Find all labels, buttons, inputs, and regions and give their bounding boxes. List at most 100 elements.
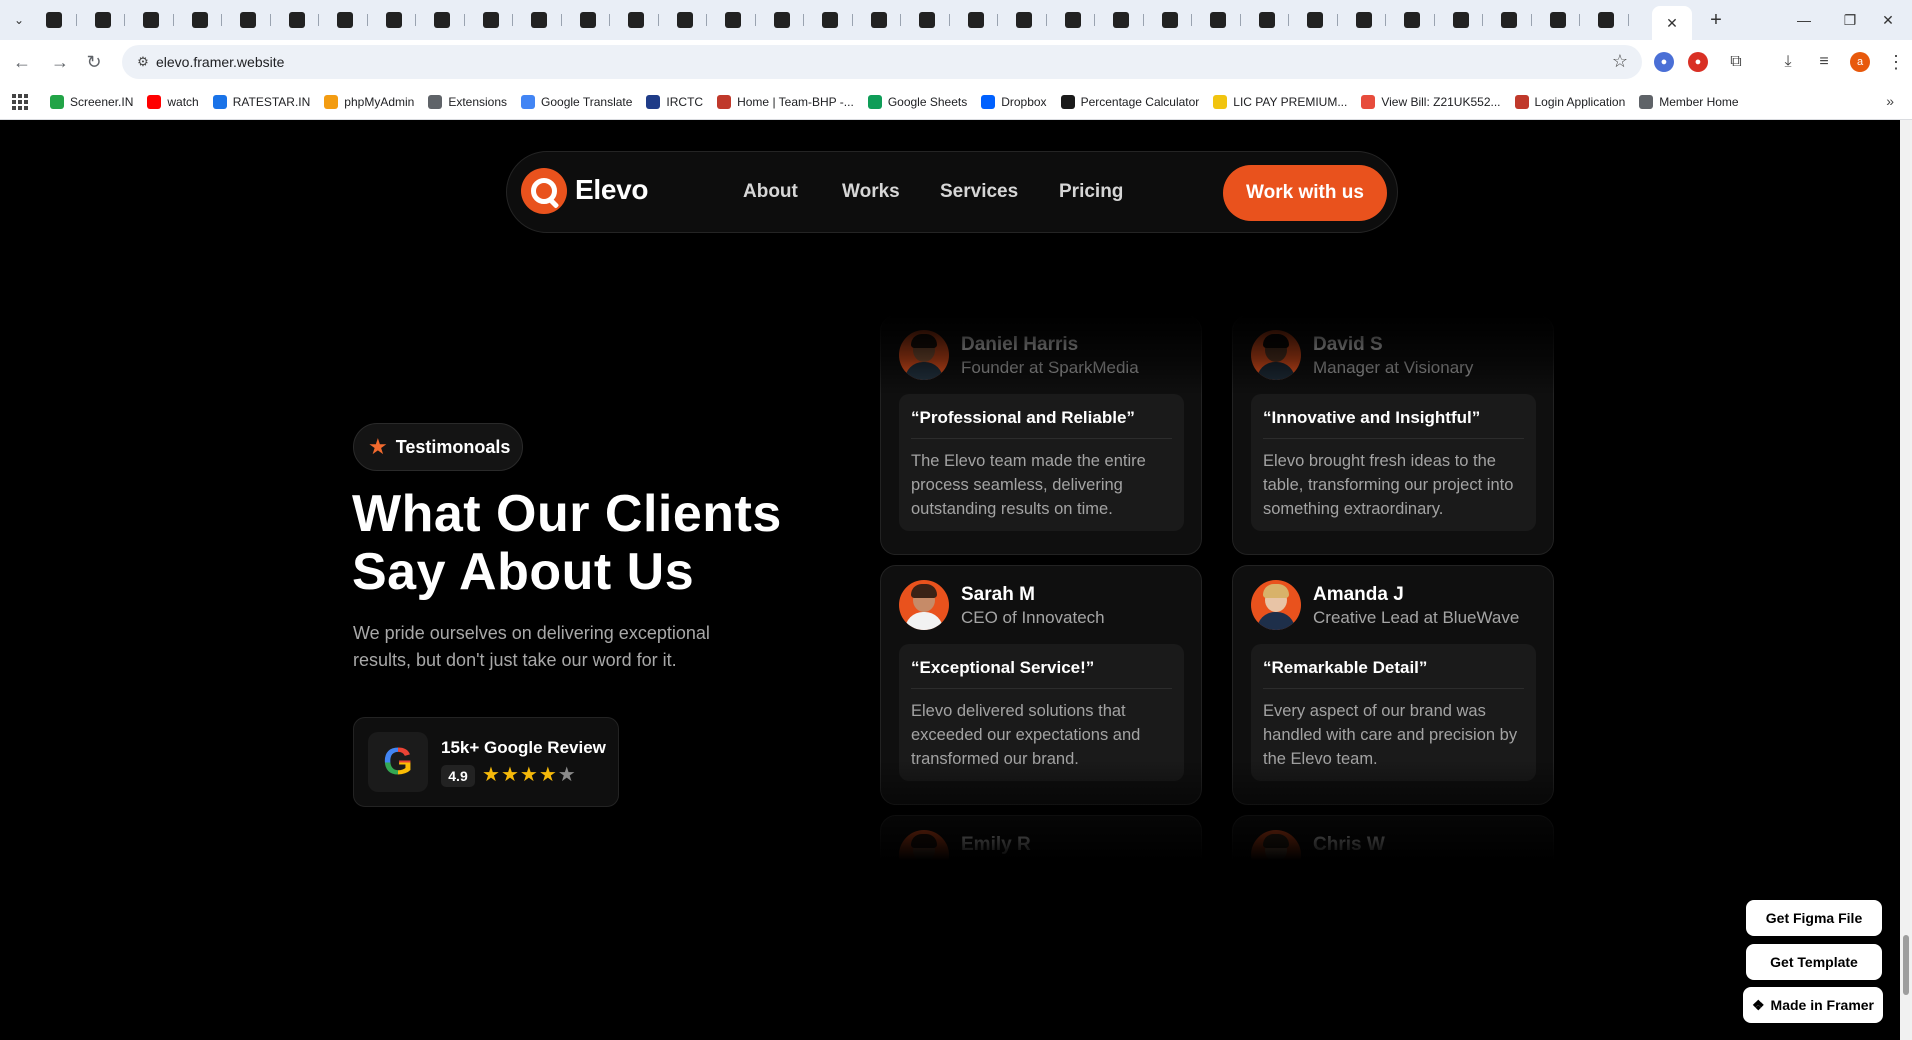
browser-tab[interactable]: [232, 8, 281, 32]
tab-favicon-icon: [143, 12, 159, 28]
download-icon[interactable]: ⤓: [1778, 52, 1798, 72]
bookmarks-more-icon[interactable]: »: [1886, 93, 1894, 109]
browser-tab[interactable]: [620, 8, 669, 32]
browser-tab[interactable]: [523, 8, 572, 32]
browser-tab[interactable]: [1590, 8, 1639, 32]
bookmarks-bar: Screener.IN watch RATESTAR.IN phpMyAdmin Ext…: [0, 84, 1912, 120]
close-window-icon[interactable]: ✕: [1868, 8, 1908, 32]
tab-separator: [706, 14, 707, 26]
bookmark-item[interactable]: View Bill: Z21UK552...: [1361, 94, 1501, 109]
testimonial-card: Chris WFounder of Horizon Edge“Fantastic…: [1232, 815, 1554, 860]
tab-separator: [657, 14, 659, 26]
bookmark-label: Google Translate: [541, 94, 633, 109]
shield-extension-icon[interactable]: ●: [1688, 52, 1708, 72]
browser-tab[interactable]: [184, 8, 233, 32]
minimize-icon[interactable]: —: [1784, 8, 1824, 32]
browser-tab[interactable]: [1008, 8, 1057, 32]
tab-favicon-icon: [1210, 12, 1226, 28]
close-tab-icon[interactable]: ✕: [1666, 15, 1678, 32]
bookmark-item[interactable]: phpMyAdmin: [324, 94, 414, 109]
browser-tab[interactable]: [475, 8, 524, 32]
bookmark-item[interactable]: Extensions: [428, 94, 507, 109]
new-tab-button[interactable]: +: [1704, 8, 1728, 32]
browser-tab[interactable]: [1542, 8, 1591, 32]
browser-tab[interactable]: [281, 8, 330, 32]
bookmark-item[interactable]: Percentage Calculator: [1060, 94, 1199, 109]
brand-name[interactable]: Elevo: [575, 174, 649, 206]
bookmark-item[interactable]: Login Application: [1514, 94, 1625, 109]
browser-tab[interactable]: [87, 8, 136, 32]
browser-tab[interactable]: [1445, 8, 1494, 32]
browser-tab[interactable]: [669, 8, 718, 32]
menu-kebab-icon[interactable]: ⋮: [1886, 52, 1906, 72]
tab-search-icon[interactable]: ⌄: [8, 9, 30, 31]
avatar: [899, 330, 949, 380]
browser-tab[interactable]: [426, 8, 475, 32]
bookmark-star-icon[interactable]: ☆: [1612, 51, 1628, 72]
browser-tab[interactable]: [1251, 8, 1300, 32]
bookmark-item[interactable]: Google Sheets: [867, 94, 967, 109]
bookmark-item[interactable]: Home | Team-BHP -...: [717, 94, 854, 109]
reviewer-name: David S: [1313, 334, 1383, 355]
browser-tab[interactable]: [1105, 8, 1154, 32]
bookmark-favicon-icon: [1514, 94, 1529, 109]
work-with-us-button[interactable]: Work with us: [1223, 165, 1387, 221]
extension-icon[interactable]: ●: [1654, 52, 1674, 72]
page-scrollbar[interactable]: [1900, 120, 1912, 1040]
tab-favicon-icon: [434, 12, 450, 28]
forward-icon[interactable]: →: [48, 50, 72, 74]
bookmark-item[interactable]: Google Translate: [521, 94, 633, 109]
browser-tab[interactable]: [1057, 8, 1106, 32]
get-template-button[interactable]: Get Template: [1746, 944, 1882, 980]
reload-icon[interactable]: ↻: [82, 50, 106, 74]
browser-tab[interactable]: [1202, 8, 1251, 32]
browser-tab[interactable]: [911, 8, 960, 32]
apps-grid-icon[interactable]: [12, 93, 28, 110]
tab-favicon-icon: [191, 12, 208, 28]
browser-tab[interactable]: [1396, 8, 1445, 32]
extensions-puzzle-icon[interactable]: ⧉: [1726, 52, 1746, 72]
tab-favicon-icon: [1258, 12, 1275, 28]
scrollbar-thumb[interactable]: [1903, 935, 1909, 995]
bookmark-item[interactable]: Dropbox: [981, 94, 1047, 109]
browser-tab[interactable]: [863, 8, 912, 32]
browser-tab[interactable]: [814, 8, 863, 32]
profile-avatar[interactable]: a: [1850, 52, 1870, 72]
tab-separator: [1045, 14, 1047, 26]
browser-tab[interactable]: [1154, 8, 1203, 32]
quote-box: “Innovative and Insightful” Elevo brought…: [1251, 394, 1536, 531]
browser-tab[interactable]: [1299, 8, 1348, 32]
bookmark-item[interactable]: IRCTC: [646, 94, 703, 109]
made-in-framer-button[interactable]: ❖ Made in Framer: [1743, 987, 1883, 1023]
browser-tab[interactable]: [378, 8, 427, 32]
browser-tab[interactable]: [717, 8, 766, 32]
nav-link-services[interactable]: Services: [940, 181, 1018, 203]
site-info-icon[interactable]: ⚙: [134, 53, 152, 71]
browser-tab[interactable]: [329, 8, 378, 32]
tab-favicon-icon: [628, 12, 644, 28]
bookmark-item[interactable]: Member Home: [1639, 94, 1739, 109]
browser-tab[interactable]: [960, 8, 1009, 32]
address-bar[interactable]: ⚙ elevo.framer.website ☆: [122, 45, 1642, 79]
bookmark-item[interactable]: watch: [147, 94, 199, 109]
bookmark-item[interactable]: RATESTAR.IN: [212, 94, 310, 109]
tab-favicon-icon: [1355, 12, 1372, 28]
browser-tab[interactable]: [766, 8, 815, 32]
nav-link-works[interactable]: Works: [842, 181, 900, 203]
bookmark-item[interactable]: LIC PAY PREMIUM...: [1213, 94, 1347, 109]
browser-tab[interactable]: [135, 8, 184, 32]
media-icon[interactable]: ≡: [1814, 52, 1834, 72]
url-text[interactable]: elevo.framer.website: [156, 54, 284, 70]
browser-tab[interactable]: [1348, 8, 1397, 32]
back-icon[interactable]: ←: [10, 50, 34, 74]
browser-tab[interactable]: [1493, 8, 1542, 32]
nav-link-pricing[interactable]: Pricing: [1059, 181, 1123, 203]
elevo-logo-icon[interactable]: [521, 168, 567, 214]
browser-tab[interactable]: [38, 8, 87, 32]
nav-link-about[interactable]: About: [743, 181, 798, 203]
browser-tab[interactable]: [572, 8, 621, 32]
get-figma-file-button[interactable]: Get Figma File: [1746, 900, 1882, 936]
active-tab[interactable]: ✕: [1652, 6, 1692, 40]
restore-icon[interactable]: ❐: [1830, 8, 1870, 32]
bookmark-item[interactable]: Screener.IN: [50, 94, 133, 109]
